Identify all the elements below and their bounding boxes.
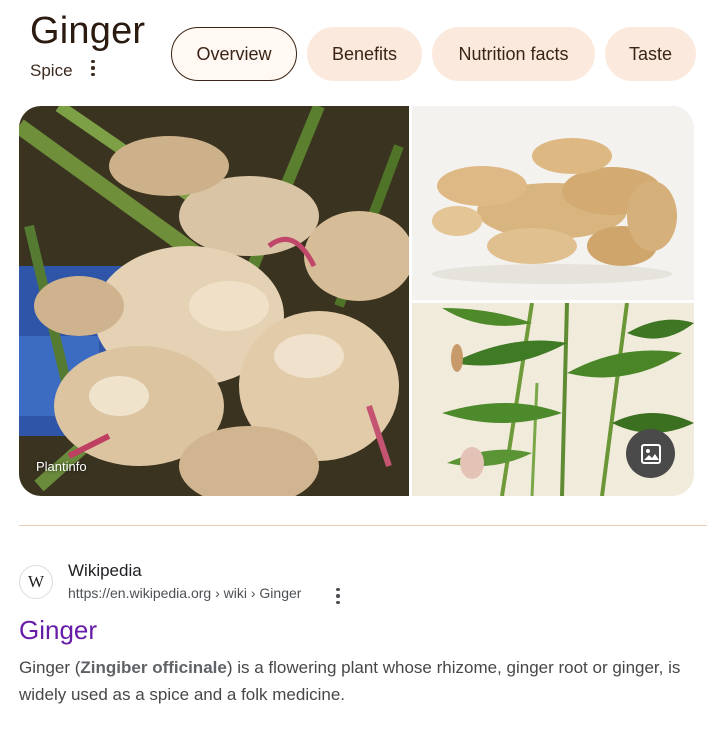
ginger-root-photo-top[interactable] <box>412 106 694 300</box>
chip-benefits[interactable]: Benefits <box>307 27 422 81</box>
result-more-options-icon[interactable] <box>331 586 345 606</box>
entity-title: Ginger <box>30 10 146 52</box>
image-credit: Plantinfo <box>36 459 87 474</box>
section-divider <box>19 525 707 526</box>
image-grid: Plantinfo <box>19 106 694 496</box>
ginger-root-photo-icon <box>19 106 409 496</box>
ginger-plant-illustration[interactable] <box>412 303 694 496</box>
result-snippet: Ginger (Zingiber officinale) is a flower… <box>19 654 699 708</box>
snippet-scientific-name: Zingiber officinale <box>80 658 227 677</box>
ginger-root-photo-icon <box>412 106 694 300</box>
more-images-button[interactable] <box>626 429 675 478</box>
chip-nutrition-facts[interactable]: Nutrition facts <box>432 27 595 81</box>
snippet-text-pre: Ginger ( <box>19 658 81 677</box>
chip-taste[interactable]: Taste <box>605 27 696 81</box>
result-url[interactable]: https://en.wikipedia.org › wiki › Ginger <box>68 585 301 601</box>
topic-chips: Overview Benefits Nutrition facts Taste <box>171 27 696 81</box>
image-icon <box>640 443 661 464</box>
chip-overview[interactable]: Overview <box>171 27 297 81</box>
wikipedia-favicon[interactable]: W <box>19 565 53 599</box>
ginger-root-photo-main[interactable]: Plantinfo <box>19 106 409 496</box>
result-site-name[interactable]: Wikipedia <box>68 561 142 581</box>
result-title-link[interactable]: Ginger <box>19 615 97 646</box>
entity-subtitle: Spice <box>30 61 73 80</box>
entity-more-options-icon[interactable] <box>84 58 102 78</box>
